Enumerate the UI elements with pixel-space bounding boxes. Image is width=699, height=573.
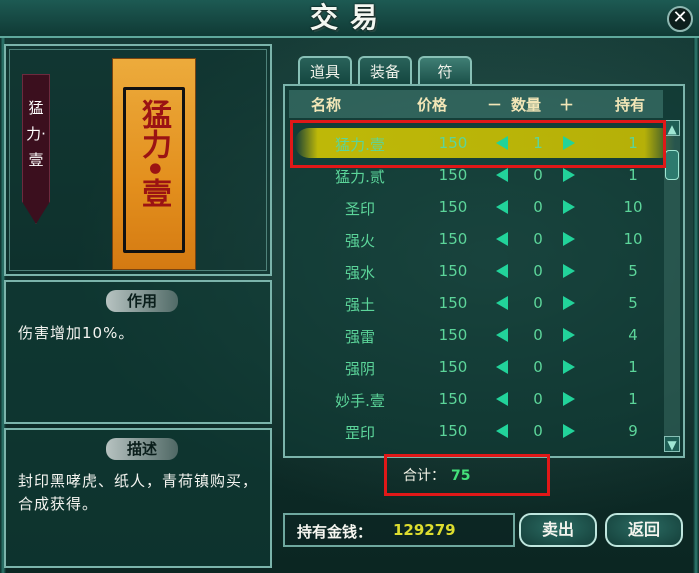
row-owned: 1 (628, 166, 638, 184)
table-row[interactable]: 罡印 150 0 9 (295, 416, 675, 446)
talisman-image: 猛力•壹 (112, 58, 196, 270)
row-name: 猛力.贰 (335, 168, 385, 186)
table-row[interactable]: 强火 150 0 10 (295, 224, 675, 254)
decrease-arrow-icon[interactable] (496, 328, 508, 342)
close-button[interactable]: ✕ (667, 6, 693, 32)
row-quantity: 0 (533, 230, 543, 248)
header-name: 名称 (311, 96, 342, 114)
row-quantity: 0 (533, 262, 543, 280)
sell-button[interactable]: 卖出 (519, 513, 597, 547)
scroll-down-icon[interactable]: ▼ (664, 436, 680, 452)
row-owned: 10 (623, 198, 643, 216)
increase-arrow-icon[interactable] (563, 296, 575, 310)
decrease-arrow-icon[interactable] (496, 392, 508, 406)
row-price: 150 (438, 390, 468, 408)
effect-text: 伤害增加10%。 (18, 324, 135, 342)
row-quantity: 0 (533, 198, 543, 216)
row-name: 妙手.壹 (335, 392, 385, 410)
description-heading: 描述 (106, 438, 178, 460)
tab-equipment[interactable]: 装备 (358, 56, 412, 84)
row-price: 150 (438, 198, 468, 216)
money-label: 持有金钱： (297, 523, 373, 541)
table-row[interactable]: 强土 150 0 5 (295, 288, 675, 318)
effect-heading: 作用 (106, 290, 178, 312)
row-name: 强土 (344, 296, 375, 314)
decrease-arrow-icon[interactable] (496, 424, 508, 438)
decrease-arrow-icon[interactable] (496, 200, 508, 214)
tab-talisman[interactable]: 符 (418, 56, 472, 84)
table-row[interactable]: 圣印 150 0 10 (295, 192, 675, 222)
row-price: 150 (438, 166, 468, 184)
table-row[interactable]: 强水 150 0 5 (295, 256, 675, 286)
talisman-text: 猛力•壹 (136, 99, 171, 209)
row-owned: 4 (628, 326, 638, 344)
row-quantity: 0 (533, 166, 543, 184)
increase-arrow-icon[interactable] (563, 200, 575, 214)
list-header: 名称 价格 － 数量 ＋ 持有 (289, 90, 663, 118)
decrease-arrow-icon[interactable] (496, 168, 508, 182)
increase-arrow-icon[interactable] (563, 360, 575, 374)
header-plus: ＋ (559, 96, 575, 114)
increase-arrow-icon[interactable] (563, 168, 575, 182)
decrease-arrow-icon[interactable] (496, 360, 508, 374)
row-owned: 5 (628, 262, 638, 280)
frame-right-edge (693, 0, 699, 573)
decrease-arrow-icon[interactable] (496, 296, 508, 310)
row-owned: 5 (628, 294, 638, 312)
scroll-thumb[interactable] (665, 150, 679, 180)
row-price: 150 (438, 326, 468, 344)
row-quantity: 0 (533, 294, 543, 312)
increase-arrow-icon[interactable] (563, 264, 575, 278)
increase-arrow-icon[interactable] (563, 328, 575, 342)
row-name: 强水 (344, 264, 375, 282)
item-name-tag: 猛力·壹 (22, 74, 50, 224)
row-name: 强火 (344, 232, 375, 250)
row-price: 150 (438, 294, 468, 312)
row-owned: 1 (628, 358, 638, 376)
row-price: 150 (438, 230, 468, 248)
row-price: 150 (438, 262, 468, 280)
row-quantity: 0 (533, 422, 543, 440)
effect-panel: 作用 伤害增加10%。 (4, 280, 272, 424)
row-price: 150 (438, 422, 468, 440)
description-panel: 描述 封印黑哮虎、纸人，青荷镇购买，合成获得。 (4, 428, 272, 568)
row-name: 罡印 (344, 424, 375, 442)
row-name: 强阴 (344, 360, 375, 378)
header-price: 价格 (417, 96, 448, 114)
description-text: 封印黑哮虎、纸人，青荷镇购买，合成获得。 (18, 472, 259, 513)
table-row[interactable]: 强阴 150 0 1 (295, 352, 675, 382)
item-preview-panel: 猛力·壹 猛力•壹 (4, 44, 272, 276)
increase-arrow-icon[interactable] (563, 424, 575, 438)
row-quantity: 0 (533, 358, 543, 376)
money-value: 129279 (393, 521, 456, 539)
decrease-arrow-icon[interactable] (496, 232, 508, 246)
money-panel: 持有金钱： 129279 (283, 513, 515, 547)
header-quantity: 数量 (511, 96, 542, 114)
decrease-arrow-icon[interactable] (496, 264, 508, 278)
window-title: 交易 (309, 1, 390, 34)
increase-arrow-icon[interactable] (563, 392, 575, 406)
back-button[interactable]: 返回 (605, 513, 683, 547)
table-row[interactable]: 妙手.壹 150 0 1 (295, 384, 675, 414)
row-owned: 9 (628, 422, 638, 440)
row-owned: 1 (628, 390, 638, 408)
row-name: 圣印 (344, 200, 375, 218)
row-name: 强雷 (344, 328, 375, 346)
row-price: 150 (438, 358, 468, 376)
list-scrollbar[interactable]: ▲ ▼ (664, 120, 680, 452)
window-title-bar: 交易 ✕ (0, 0, 699, 38)
row-quantity: 0 (533, 326, 543, 344)
row-owned: 10 (623, 230, 643, 248)
header-minus: － (487, 96, 503, 114)
row-quantity: 0 (533, 390, 543, 408)
header-owned: 持有 (615, 96, 646, 114)
selected-row-highlight (290, 120, 666, 168)
tab-items[interactable]: 道具 (298, 56, 352, 84)
total-highlight (384, 454, 550, 496)
increase-arrow-icon[interactable] (563, 232, 575, 246)
table-row[interactable]: 强雷 150 0 4 (295, 320, 675, 350)
scroll-up-icon[interactable]: ▲ (664, 120, 680, 136)
